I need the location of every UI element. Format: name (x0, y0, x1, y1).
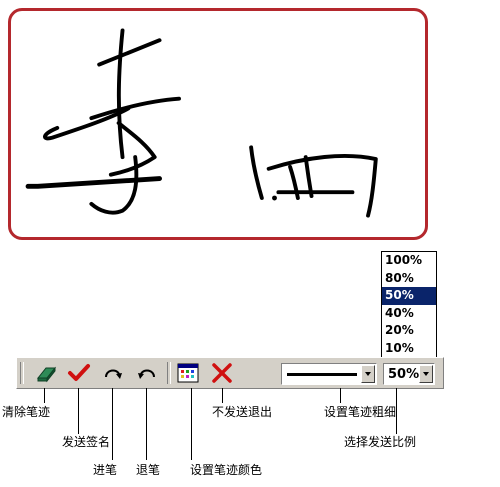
ratio-option[interactable]: 100% (382, 252, 436, 270)
ratio-option-selected[interactable]: 50% (382, 287, 436, 305)
clear-strokes-button[interactable] (34, 361, 58, 385)
ratio-option[interactable]: 80% (382, 270, 436, 288)
chevron-down-icon[interactable] (419, 365, 433, 383)
caption-redo: 进笔 (93, 463, 118, 477)
checkmark-icon (68, 364, 90, 381)
send-ratio-value: 50% (388, 367, 420, 382)
exit-without-send-button[interactable] (210, 361, 234, 385)
caption-send: 发送签名 (62, 435, 111, 449)
caption-ratio: 选择发送比例 (344, 435, 417, 449)
leader-line (340, 388, 341, 403)
caption-color: 设置笔迹颜色 (190, 463, 263, 477)
send-ratio-dropdown-list[interactable]: 100% 80% 50% 40% 20% 10% (381, 251, 437, 359)
leader-line (396, 388, 397, 434)
redo-stroke-button[interactable] (101, 361, 125, 385)
send-ratio-select[interactable]: 50% (383, 363, 435, 385)
ratio-option[interactable]: 10% (382, 340, 436, 358)
leader-line (78, 388, 79, 434)
undo-stroke-button[interactable] (135, 361, 159, 385)
signature-canvas[interactable] (8, 8, 428, 240)
close-x-icon (212, 363, 232, 383)
ratio-option[interactable]: 40% (382, 305, 436, 323)
eraser-icon (36, 366, 57, 383)
caption-exit: 不发送退出 (212, 405, 273, 419)
undo-arrow-icon (138, 369, 155, 379)
caption-clear: 清除笔迹 (2, 405, 51, 419)
leader-line (112, 388, 113, 460)
caption-undo: 退笔 (136, 463, 161, 477)
stroke-width-select[interactable] (281, 363, 377, 385)
line-thickness-icon (287, 373, 357, 376)
caption-width: 设置笔迹粗细 (324, 405, 397, 419)
send-signature-button[interactable] (67, 361, 91, 385)
signature-toolbar: 50% (16, 357, 444, 389)
leader-line (44, 388, 45, 403)
ratio-option[interactable]: 20% (382, 322, 436, 340)
color-palette-icon (177, 363, 199, 383)
leader-line (146, 388, 147, 460)
signature-strokes (25, 28, 378, 218)
redo-arrow-icon (105, 369, 122, 379)
chevron-down-icon[interactable] (361, 365, 375, 383)
toolbar-grip[interactable] (20, 362, 24, 384)
stroke-color-button[interactable] (176, 361, 200, 385)
leader-line (191, 388, 192, 460)
leader-line (222, 388, 223, 403)
toolbar-separator (167, 362, 171, 384)
